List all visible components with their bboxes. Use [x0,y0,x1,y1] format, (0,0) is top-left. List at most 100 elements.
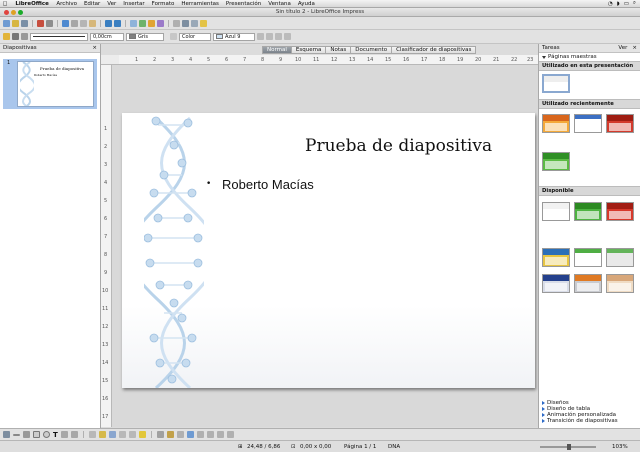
curve-icon[interactable] [60,431,68,438]
slide[interactable]: Prueba de diapositiva • Roberto Macías [122,113,535,388]
undo-icon[interactable] [105,19,112,27]
select-arrow-icon[interactable] [3,431,10,438]
menu-editar[interactable]: Editar [80,1,103,7]
slide-title[interactable]: Prueba de diapositiva [305,136,492,156]
spotlight-icon[interactable]: ⌕ [633,0,636,7]
vertical-ruler[interactable]: 1 2 3 4 5 6 7 8 9 10 11 12 13 14 15 16 1… [101,65,112,427]
styles-icon[interactable] [3,33,10,40]
area-color-select[interactable]: Azul 9 [213,32,255,41]
tab-clasificador[interactable]: Clasificador de diapositivas [391,46,477,54]
battery-icon[interactable]: ▭ [624,1,629,7]
arrow-style-icon[interactable] [21,33,28,40]
master-thumb-blue-green[interactable] [542,248,570,267]
master-thumb-orange-grey[interactable] [574,274,602,293]
menu-formato[interactable]: Formato [148,1,178,7]
alignment-icon[interactable] [206,431,214,438]
paste-icon[interactable] [89,19,96,27]
callouts-icon[interactable] [128,431,136,438]
close-slides-panel-icon[interactable]: × [92,45,97,51]
master-pages-header[interactable]: Páginas maestras [539,53,640,61]
export-pdf-icon[interactable] [37,19,44,27]
tab-esquema[interactable]: Esquema [290,46,327,54]
ellipse-icon[interactable] [43,431,50,438]
print-icon[interactable] [46,19,53,27]
zoom-slider[interactable] [540,444,596,450]
arrow-line-icon[interactable] [23,431,30,438]
line-icon[interactable] [12,33,19,40]
rotate-tool-icon[interactable] [196,431,204,438]
from-file-icon[interactable] [176,431,184,438]
align-icon[interactable] [275,33,282,40]
grid-icon[interactable] [173,19,180,27]
zoom-level[interactable]: 103% [612,444,628,450]
apple-icon[interactable]:  [0,1,10,7]
master-thumb-orange[interactable] [542,114,570,133]
save-icon[interactable] [21,19,28,27]
view-menu-button[interactable]: Ver [618,45,627,51]
master-thumb-green-white[interactable] [574,248,602,267]
wifi-icon[interactable]: ◔ [608,1,613,7]
master-thumb-green[interactable] [574,202,602,221]
zoom-slider-handle[interactable] [567,444,571,450]
flowchart-icon[interactable] [118,431,126,438]
master-thumb-navy[interactable] [542,274,570,293]
text-tool-icon[interactable]: T [53,431,58,439]
menu-ventana[interactable]: Ventana [265,1,295,7]
slideshow-icon[interactable] [182,19,189,27]
master-thumb-white[interactable] [542,74,570,93]
menu-herramientas[interactable]: Herramientas [178,1,222,7]
line-tool-icon[interactable] [13,433,20,436]
arrange-tool-icon[interactable] [216,431,224,438]
image-icon[interactable] [139,19,146,27]
master-thumb-grey-green[interactable] [606,248,634,267]
help-icon[interactable] [200,19,207,27]
connector-icon[interactable] [70,431,78,438]
tab-notas[interactable]: Notas [325,46,352,54]
symbol-shapes-icon[interactable] [98,431,106,438]
stars-icon[interactable] [138,431,146,438]
master-thumb-red[interactable] [606,114,634,133]
horizontal-ruler[interactable]: 1 2 3 4 5 6 7 8 9 10 11 12 13 14 15 16 1… [119,55,538,65]
menu-ver[interactable]: Ver [104,1,120,7]
master-thumb-green[interactable] [542,152,570,171]
rectangle-icon[interactable] [33,431,40,438]
section-transicion[interactable]: Transición de diapositivas [539,418,640,424]
master-thumb-red[interactable] [606,202,634,221]
redo-icon[interactable] [114,19,121,27]
cut-icon[interactable] [71,19,78,27]
area-icon[interactable] [170,33,177,40]
line-style-select[interactable] [30,32,88,41]
slide-body-text[interactable]: Roberto Macías [222,177,314,192]
fontwork-icon[interactable] [166,431,174,438]
gallery-icon[interactable] [186,431,194,438]
tab-documento[interactable]: Documento [350,46,393,54]
master-thumb-blue[interactable] [574,114,602,133]
basic-shapes-icon[interactable] [88,431,96,438]
area-type-select[interactable]: Color [179,32,211,41]
points-icon[interactable] [156,431,164,438]
menu-ayuda[interactable]: Ayuda [294,1,318,7]
line-color-select[interactable]: Gris [126,32,164,41]
menu-app-name[interactable]: LibreOffice [10,1,53,7]
close-tasks-panel-icon[interactable]: × [632,45,637,51]
arrange-icon[interactable] [284,33,291,40]
menu-insertar[interactable]: Insertar [120,1,148,7]
copy-icon[interactable] [80,19,87,27]
line-width-field[interactable]: 0,00cm [90,32,124,41]
shadow-icon[interactable] [257,33,264,40]
block-arrows-icon[interactable] [108,431,116,438]
tab-normal[interactable]: Normal [262,46,292,54]
new-document-icon[interactable] [3,19,10,27]
movie-icon[interactable] [157,19,164,27]
master-thumb-beige[interactable] [606,274,634,293]
spellcheck-icon[interactable] [62,19,69,27]
open-folder-icon[interactable] [12,19,19,27]
navigator-icon[interactable] [191,19,198,27]
extrusion-icon[interactable] [226,431,234,438]
table-icon[interactable] [130,19,137,27]
volume-icon[interactable]: ◗ [617,1,620,7]
chart-icon[interactable] [148,19,155,27]
menu-presentacion[interactable]: Presentación [222,1,264,7]
menu-archivo[interactable]: Archivo [53,1,81,7]
master-thumb-white[interactable] [542,202,570,221]
